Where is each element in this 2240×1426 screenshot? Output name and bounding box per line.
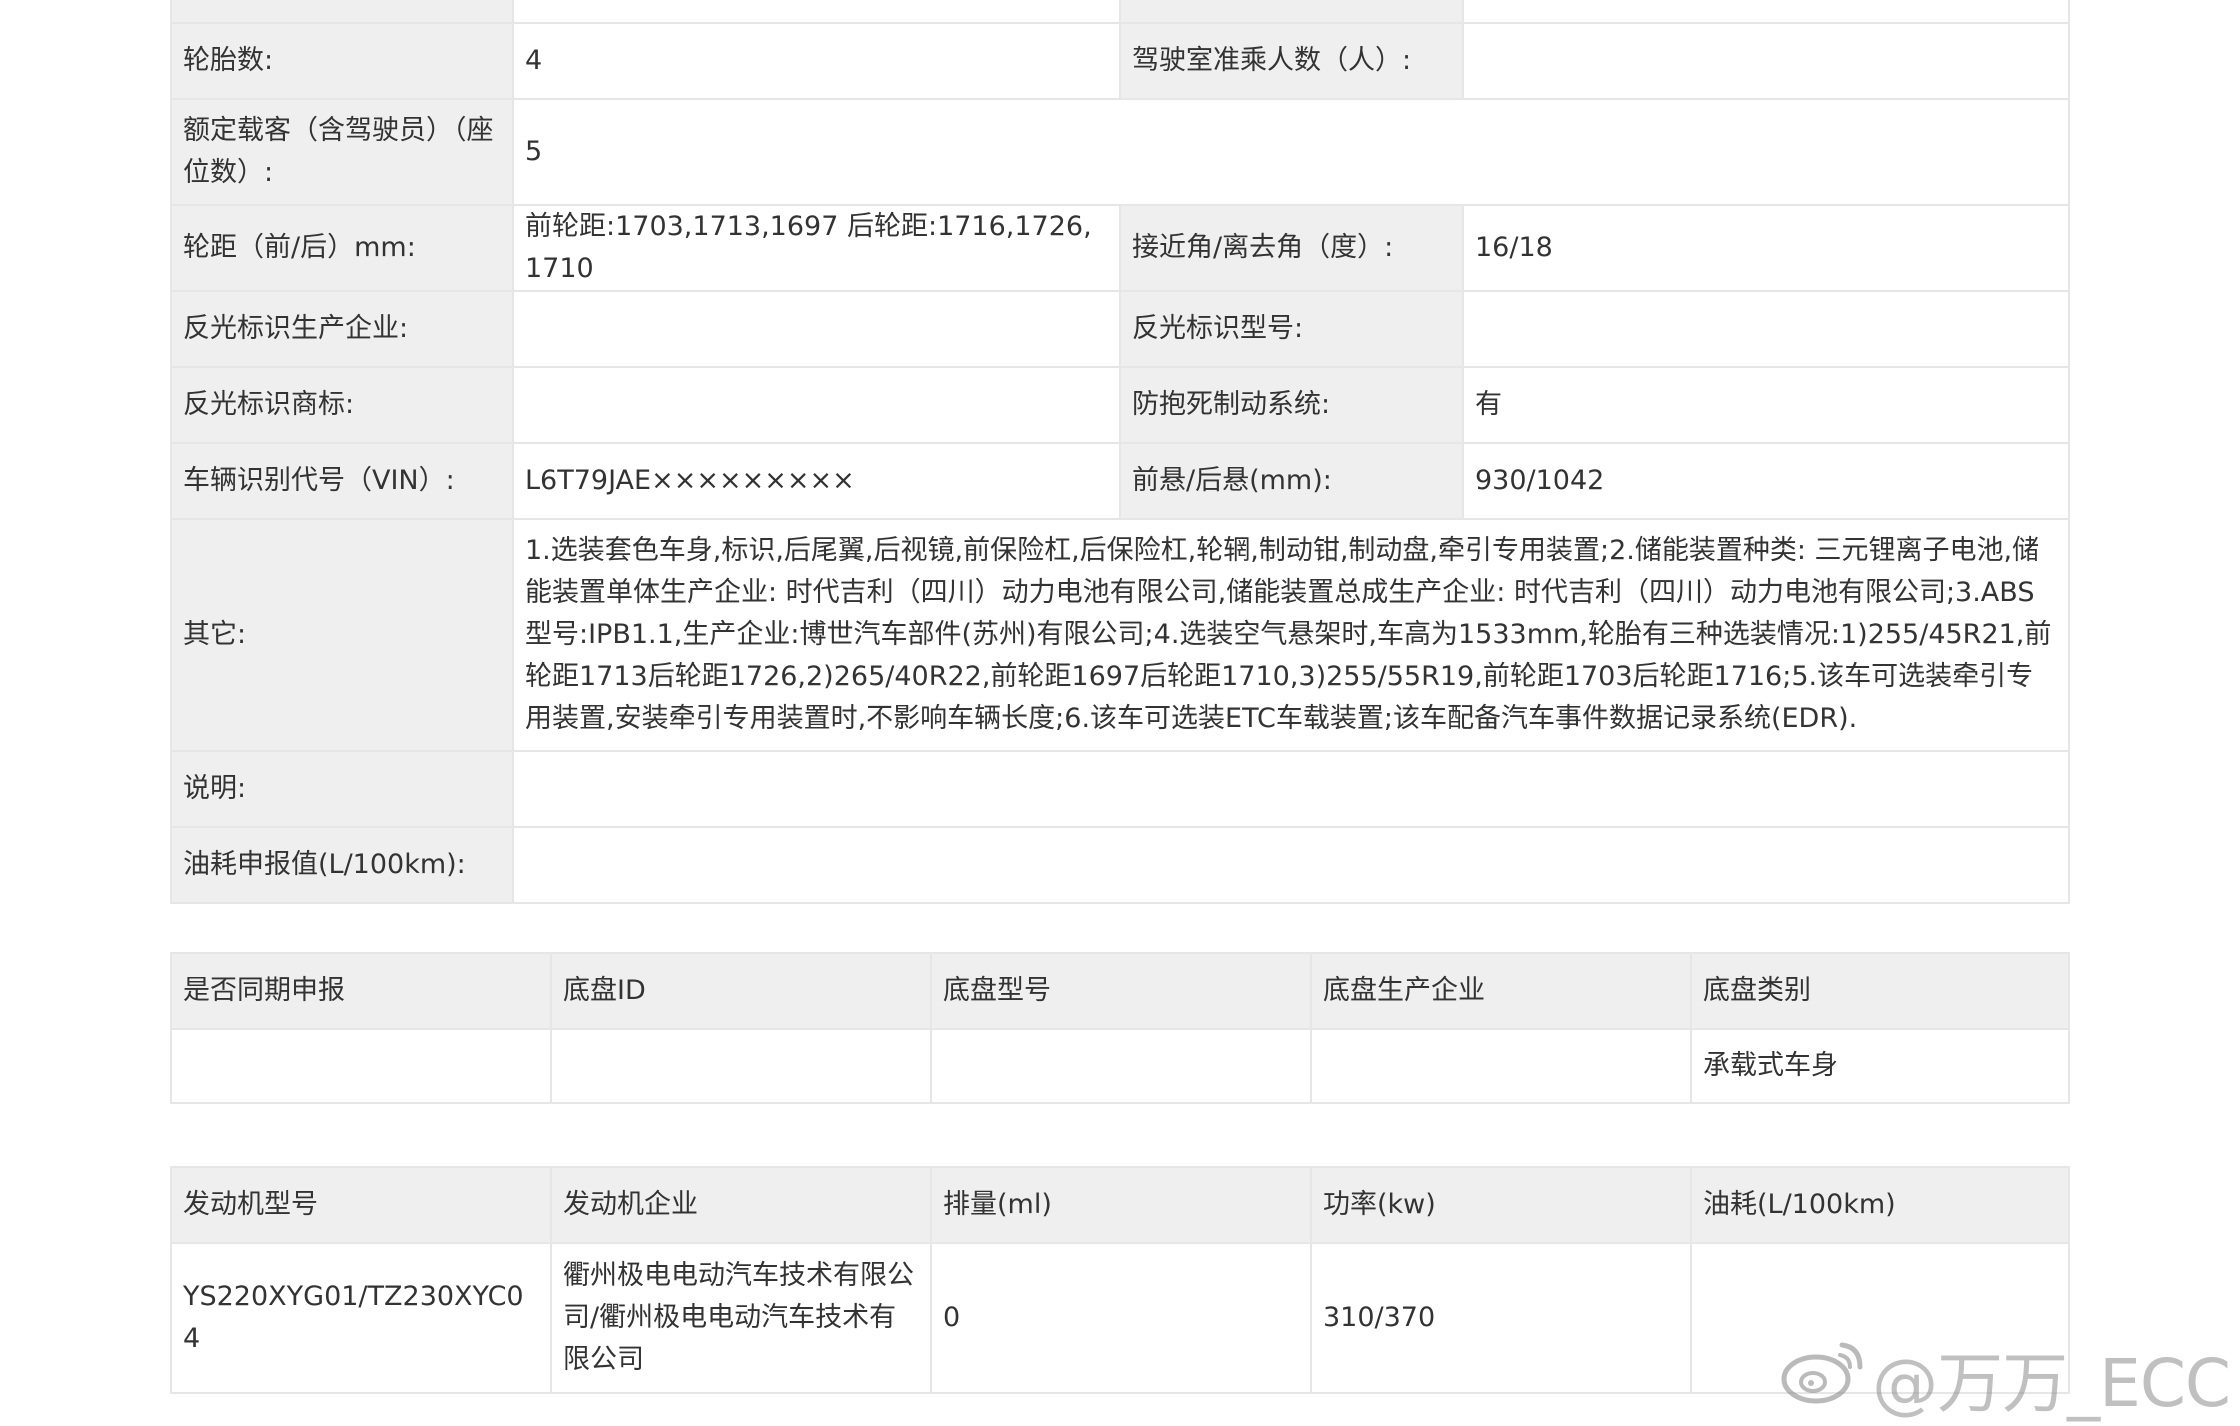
abs-label: 防抱死制动系统: [1119, 366, 1464, 444]
vin-value: L6T79JAE××××××××× [512, 442, 1121, 520]
chassis-table: 是否同期申报 底盘ID 底盘型号 底盘生产企业 底盘类别 承载式车身 [170, 952, 2070, 1104]
chassis-header-row: 是否同期申报 底盘ID 底盘型号 底盘生产企业 底盘类别 [170, 952, 2070, 1030]
spec-row-track: 轮距（前/后）mm: 前轮距:1703,1713,1697 后轮距:1716,1… [170, 204, 2070, 292]
overhang-label: 前悬/后悬(mm): [1119, 442, 1464, 520]
chassis-header-cell: 是否同期申报 [170, 952, 552, 1030]
spec-row-vin: 车辆识别代号（VIN）: L6T79JAE××××××××× 前悬/后悬(mm)… [170, 442, 2070, 520]
approach-angle-value: 16/18 [1462, 204, 2070, 292]
chassis-cell [550, 1028, 932, 1104]
engine-header-cell: 油耗(L/100km) [1690, 1166, 2070, 1244]
spec-row-other: 其它: 1.选装套色车身,标识,后尾翼,后视镜,前保险杠,后保险杠,轮辋,制动钳… [170, 518, 2070, 752]
spec-table: 轮胎数: 4 驾驶室准乘人数（人）: 额定载客（含驾驶员）（座位数）: 5 轮距… [170, 0, 2070, 904]
engine-header-cell: 排量(ml) [930, 1166, 1312, 1244]
overhang-value: 930/1042 [1462, 442, 2070, 520]
track-value: 前轮距:1703,1713,1697 后轮距:1716,1726,1710 [512, 204, 1121, 292]
seats-value: 5 [512, 98, 2070, 206]
spec-row-top-partial [170, 0, 2070, 24]
spec-label [170, 0, 514, 24]
watermark: @万万_ECC [1780, 1330, 2231, 1426]
spec-row-fuel: 油耗申报值(L/100km): [170, 826, 2070, 904]
notes-label: 说明: [170, 750, 514, 828]
chassis-cell [170, 1028, 552, 1104]
engine-header-cell: 发动机型号 [170, 1166, 552, 1244]
other-value: 1.选装套色车身,标识,后尾翼,后视镜,前保险杠,后保险杠,轮辋,制动钳,制动盘… [512, 518, 2070, 752]
tires-label: 轮胎数: [170, 22, 514, 100]
engine-cell: 衢州极电电动汽车技术有限公司/衢州极电电动汽车技术有限公司 [550, 1242, 932, 1394]
engine-cell: 0 [930, 1242, 1312, 1394]
chassis-header-cell: 底盘类别 [1690, 952, 2070, 1030]
chassis-cell [1310, 1028, 1692, 1104]
spec-value [512, 0, 1121, 24]
fuel-value [512, 826, 2070, 904]
tires-value: 4 [512, 22, 1121, 100]
reflective-model-label: 反光标识型号: [1119, 290, 1464, 368]
reflective-maker-value [512, 290, 1121, 368]
reflective-brand-label: 反光标识商标: [170, 366, 514, 444]
engine-header-cell: 功率(kw) [1310, 1166, 1692, 1244]
spec-value [1462, 0, 2070, 24]
spec-label [1119, 0, 1464, 24]
engine-cell: YS220XYG01/TZ230XYC04 [170, 1242, 552, 1394]
spec-row-tires: 轮胎数: 4 驾驶室准乘人数（人）: [170, 22, 2070, 100]
seats-label: 额定载客（含驾驶员）（座位数）: [170, 98, 514, 206]
reflective-brand-value [512, 366, 1121, 444]
chassis-header-cell: 底盘生产企业 [1310, 952, 1692, 1030]
spec-row-seats: 额定载客（含驾驶员）（座位数）: 5 [170, 98, 2070, 206]
chassis-header-cell: 底盘型号 [930, 952, 1312, 1030]
approach-angle-label: 接近角/离去角（度）: [1119, 204, 1464, 292]
watermark-text: @万万_ECC [1872, 1345, 2231, 1422]
reflective-maker-label: 反光标识生产企业: [170, 290, 514, 368]
chassis-cell [930, 1028, 1312, 1104]
chassis-cell: 承载式车身 [1690, 1028, 2070, 1104]
chassis-header-cell: 底盘ID [550, 952, 932, 1030]
table-row: 承载式车身 [170, 1028, 2070, 1104]
track-label: 轮距（前/后）mm: [170, 204, 514, 292]
spec-row-reflective-brand: 反光标识商标: 防抱死制动系统: 有 [170, 366, 2070, 444]
vin-label: 车辆识别代号（VIN）: [170, 442, 514, 520]
reflective-model-value [1462, 290, 2070, 368]
notes-value [512, 750, 2070, 828]
engine-cell: 310/370 [1310, 1242, 1692, 1394]
fuel-label: 油耗申报值(L/100km): [170, 826, 514, 904]
other-label: 其它: [170, 518, 514, 752]
engine-header-cell: 发动机企业 [550, 1166, 932, 1244]
abs-value: 有 [1462, 366, 2070, 444]
spec-row-notes: 说明: [170, 750, 2070, 828]
weibo-icon [1780, 1335, 1872, 1421]
spec-row-reflective-maker: 反光标识生产企业: 反光标识型号: [170, 290, 2070, 368]
engine-header-row: 发动机型号 发动机企业 排量(ml) 功率(kw) 油耗(L/100km) [170, 1166, 2070, 1244]
cab-passengers-value [1462, 22, 2070, 100]
cab-passengers-label: 驾驶室准乘人数（人）: [1119, 22, 1464, 100]
